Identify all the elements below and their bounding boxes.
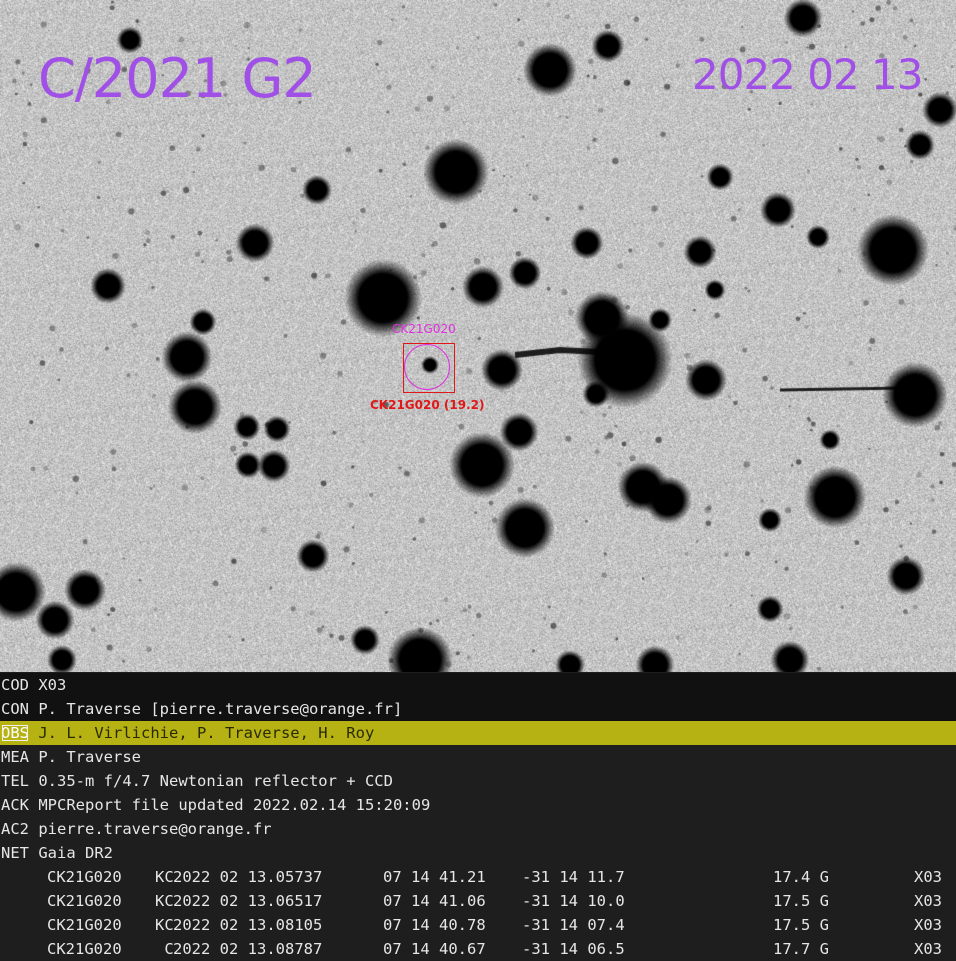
report-line-con: CON P. Traverse [pierre.traverse@orange.… (0, 697, 956, 721)
obs-date: 2022 02 13.08787 (173, 940, 323, 958)
measured-position-label: CK21G020 (19.2) (370, 398, 485, 412)
obs-designation: CK21G020 (47, 868, 122, 886)
obs-ra: 07 14 41.21 (383, 868, 486, 886)
report-line-obs[interactable]: OBS J. L. Virlichie, P. Traverse, H. Roy (0, 721, 956, 745)
mpc-report-panel: COD X03 CON P. Traverse [pierre.traverse… (0, 672, 956, 961)
report-key: NET (1, 844, 29, 862)
obs-dec: -31 14 06.5 (522, 940, 625, 958)
obs-ra: 07 14 41.06 (383, 892, 486, 910)
report-value: P. Traverse (38, 748, 141, 766)
report-value: X03 (38, 676, 67, 694)
obs-dec: -31 14 07.4 (522, 916, 625, 934)
obs-note: KC (155, 892, 174, 910)
obs-mag: 17.7 G (773, 940, 829, 958)
obs-mag: 17.5 G (773, 892, 829, 910)
report-line-cod: COD X03 (0, 673, 956, 697)
obs-designation: CK21G020 (47, 892, 122, 910)
obs-code: X03 (914, 916, 942, 934)
obs-ra: 07 14 40.78 (383, 916, 486, 934)
report-line-tel: TEL 0.35-m f/4.7 Newtonian reflector + C… (0, 769, 956, 793)
report-key: TEL (1, 772, 29, 790)
report-value: pierre.traverse@orange.fr (38, 820, 272, 838)
observation-date-title: 2022 02 13 (692, 50, 923, 99)
object-designation-title: C/2021 G2 (38, 47, 317, 110)
observation-line: CK21G020 KC 2022 02 13.05737 07 14 41.21… (0, 865, 956, 889)
obs-note: C (155, 940, 174, 958)
report-value: J. L. Virlichie, P. Traverse, H. Roy (38, 724, 375, 742)
report-line-mea: MEA P. Traverse (0, 745, 956, 769)
obs-designation: CK21G020 (47, 916, 122, 934)
report-value: P. Traverse [pierre.traverse@orange.fr] (38, 700, 403, 718)
report-key: ACK (1, 796, 29, 814)
report-line-ac2: AC2 pierre.traverse@orange.fr (0, 817, 956, 841)
obs-note: KC (155, 916, 174, 934)
obs-mag: 17.5 G (773, 916, 829, 934)
obs-note: KC (155, 868, 174, 886)
report-key: MEA (1, 748, 29, 766)
report-value: 0.35-m f/4.7 Newtonian reflector + CCD (38, 772, 393, 790)
report-key: CON (1, 700, 29, 718)
observation-line: CK21G020 KC 2022 02 13.08105 07 14 40.78… (0, 913, 956, 937)
obs-ra: 07 14 40.67 (383, 940, 486, 958)
obs-date: 2022 02 13.05737 (173, 868, 323, 886)
obs-mag: 17.4 G (773, 868, 829, 886)
observation-line: CK21G020 KC 2022 02 13.06517 07 14 41.06… (0, 889, 956, 913)
predicted-position-label: CK21G020 (392, 322, 456, 336)
report-value: Gaia DR2 (38, 844, 113, 862)
report-line-ack: ACK MPCReport file updated 2022.02.14 15… (0, 793, 956, 817)
report-key: COD (1, 676, 29, 694)
obs-dec: -31 14 10.0 (522, 892, 625, 910)
astrometry-report-view: C/2021 G2 2022 02 13 CK21G020 CK21G020 (… (0, 0, 956, 961)
report-line-net: NET Gaia DR2 (0, 841, 956, 865)
report-key: OBS (1, 724, 29, 742)
obs-dec: -31 14 11.7 (522, 868, 625, 886)
obs-designation: CK21G020 (47, 940, 122, 958)
obs-date: 2022 02 13.08105 (173, 916, 323, 934)
report-value: MPCReport file updated 2022.02.14 15:20:… (38, 796, 431, 814)
measured-position-box (403, 343, 455, 393)
report-key: AC2 (1, 820, 29, 838)
obs-code: X03 (914, 940, 942, 958)
observation-line: CK21G020 C 2022 02 13.08787 07 14 40.67 … (0, 937, 956, 961)
obs-code: X03 (914, 892, 942, 910)
obs-date: 2022 02 13.06517 (173, 892, 323, 910)
obs-code: X03 (914, 868, 942, 886)
